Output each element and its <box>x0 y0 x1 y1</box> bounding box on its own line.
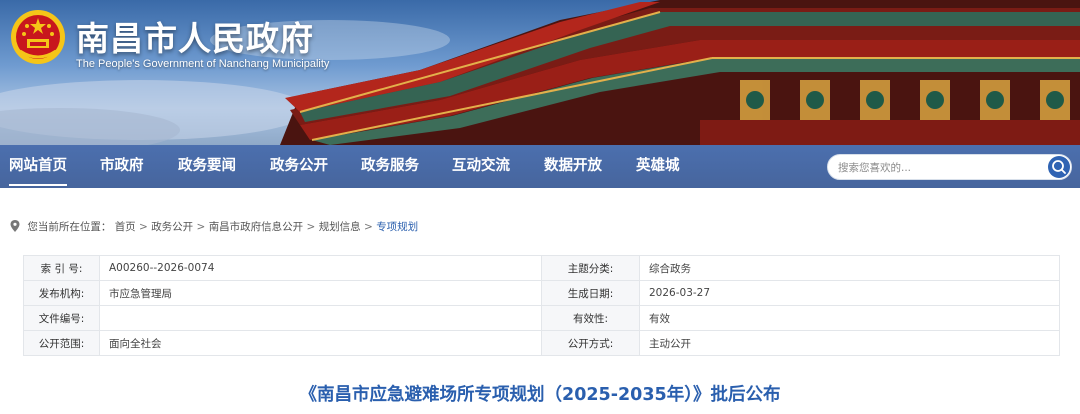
document-number-label: 文件编号: <box>23 305 100 331</box>
search-box <box>827 154 1072 180</box>
document-number-value <box>99 305 542 331</box>
disclosure-method-value: 主动公开 <box>639 330 1060 356</box>
breadcrumb-separator: > <box>364 221 373 233</box>
generated-date-label: 生成日期: <box>541 280 640 306</box>
breadcrumb-separator: > <box>139 221 148 233</box>
nav-item-city-government[interactable]: 市政府 <box>100 145 144 188</box>
nav-item-home[interactable]: 网站首页 <box>9 145 67 188</box>
table-row: 文件编号: 有效性: 有效 <box>23 305 1060 331</box>
breadcrumb-prefix: 您当前所在位置： <box>27 221 112 233</box>
breadcrumb-home[interactable]: 首页 <box>115 221 136 233</box>
search-button[interactable] <box>1048 156 1070 178</box>
site-title: 南昌市人民政府 <box>76 19 314 58</box>
site-subtitle: The People's Government of Nanchang Muni… <box>76 58 330 70</box>
index-number-label: 索 引 号: <box>23 255 100 281</box>
validity-value: 有效 <box>639 305 1060 331</box>
topic-category-label: 主题分类: <box>541 255 640 281</box>
disclosure-method-label: 公开方式: <box>541 330 640 356</box>
nav-item-interaction[interactable]: 互动交流 <box>452 145 510 188</box>
nav-item-open-data[interactable]: 数据开放 <box>544 145 602 188</box>
disclosure-scope-label: 公开范围: <box>23 330 100 356</box>
generated-date-value: 2026-03-27 <box>639 280 1060 306</box>
nav-item-government-disclosure[interactable]: 政务公开 <box>270 145 328 188</box>
article-title: 《南昌市应急避难场所专项规划（2025-2035年）》批后公布 <box>299 385 781 405</box>
header-banner: 南昌市人民政府 The People's Government of Nanch… <box>0 0 1080 145</box>
breadcrumb-separator: > <box>196 221 206 233</box>
topic-category-value: 综合政务 <box>639 255 1060 281</box>
search-input[interactable] <box>838 158 1038 178</box>
breadcrumb-planning-info[interactable]: 规划信息 <box>319 221 361 233</box>
publisher-value: 市应急管理局 <box>99 280 542 306</box>
breadcrumb-info-disclosure[interactable]: 南昌市政府信息公开 <box>209 221 304 233</box>
table-row: 索 引 号: A00260--2026-0074 主题分类: 综合政务 <box>23 255 1060 281</box>
validity-label: 有效性: <box>541 305 640 331</box>
national-emblem-logo <box>10 9 66 65</box>
table-row: 公开范围: 面向全社会 公开方式: 主动公开 <box>23 330 1060 356</box>
nav-item-government-services[interactable]: 政务服务 <box>361 145 419 188</box>
disclosure-scope-value: 面向全社会 <box>99 330 542 356</box>
breadcrumb-separator: > <box>306 221 316 233</box>
document-metadata-table: 索 引 号: A00260--2026-0074 主题分类: 综合政务 发布机构… <box>23 255 1060 356</box>
index-number-value: A00260--2026-0074 <box>99 255 542 281</box>
breadcrumb: 您当前所在位置： 首页 > 政务公开 > 南昌市政府信息公开 > 规划信息 > … <box>10 219 418 235</box>
location-pin-icon <box>10 220 20 232</box>
nav-item-government-news[interactable]: 政务要闻 <box>178 145 236 188</box>
search-icon <box>1052 160 1066 174</box>
table-row: 发布机构: 市应急管理局 生成日期: 2026-03-27 <box>23 280 1060 306</box>
publisher-label: 发布机构: <box>23 280 100 306</box>
breadcrumb-special-planning[interactable]: 专项规划 <box>376 221 418 233</box>
breadcrumb-government-disclosure[interactable]: 政务公开 <box>151 221 193 233</box>
nav-item-hero-city[interactable]: 英雄城 <box>636 145 680 188</box>
